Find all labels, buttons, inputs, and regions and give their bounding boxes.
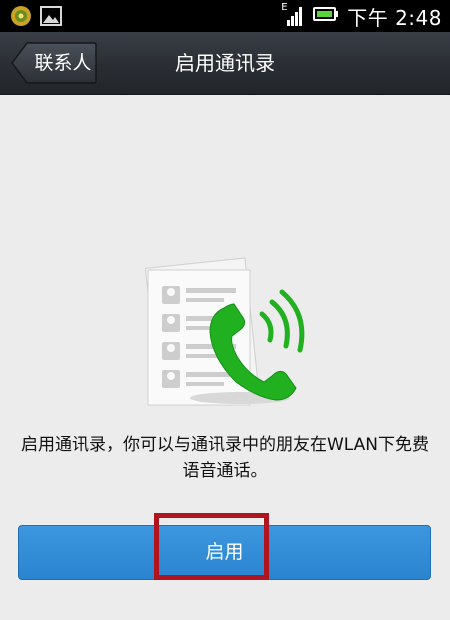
- title-bar: 联系人 启用通讯录: [0, 32, 450, 95]
- status-bar: E 下午 2:48: [0, 0, 450, 32]
- enable-button-label: 启用: [205, 541, 244, 563]
- image-icon: [40, 6, 62, 30]
- status-right: E 下午 2:48: [281, 0, 442, 32]
- signal-e-icon: E: [281, 2, 305, 28]
- app-notification-icon: [10, 5, 32, 31]
- contacts-phone-icon: [140, 248, 310, 413]
- battery-icon: [313, 6, 339, 26]
- enable-button[interactable]: 启用: [18, 525, 431, 580]
- status-time: 下午 2:48: [347, 5, 442, 30]
- back-button[interactable]: 联系人: [11, 42, 97, 84]
- description-text: 启用通讯录，你可以与通讯录中的朋友在WLAN下免费语音通话。: [20, 435, 429, 481]
- back-button-label: 联系人: [34, 52, 92, 74]
- status-left-icons: [10, 5, 62, 31]
